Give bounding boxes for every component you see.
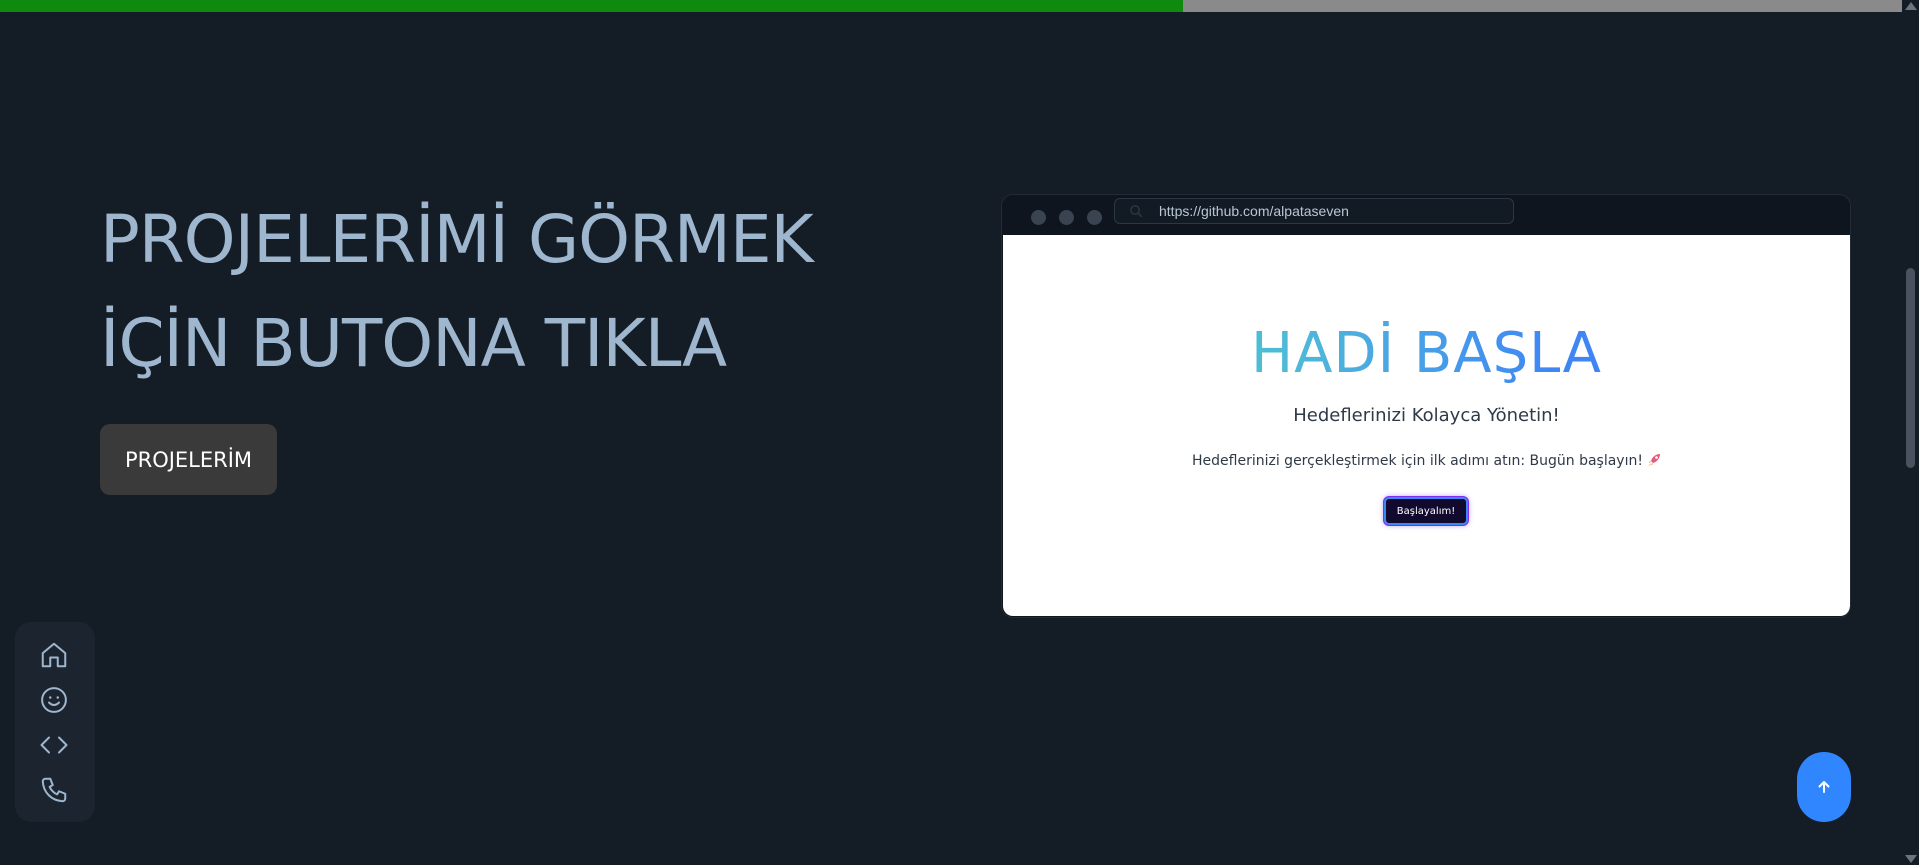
scroll-down-arrow-icon[interactable]	[1905, 855, 1917, 863]
projects-button[interactable]: PROJELERİM	[100, 424, 277, 495]
nav-item-contact[interactable]	[37, 773, 71, 807]
browser-mockup: https://github.com/alpataseven HADİ BAŞL…	[1001, 194, 1851, 618]
hero-title: PROJELERİMİ GÖRMEK İÇİN BUTONA TIKLA	[100, 188, 880, 396]
browser-toolbar: https://github.com/alpataseven	[1002, 195, 1850, 235]
scroll-progress-bar	[0, 0, 1902, 12]
scroll-up-arrow-icon[interactable]	[1905, 2, 1917, 10]
search-icon	[1130, 205, 1143, 218]
arrow-up-icon	[1818, 781, 1830, 793]
page-scrollbar[interactable]	[1902, 0, 1919, 865]
scrollbar-thumb[interactable]	[1906, 268, 1915, 468]
scroll-to-top-button[interactable]	[1797, 752, 1851, 822]
home-icon	[41, 642, 67, 668]
preview-text: Hedeflerinizi gerçekleştirmek için ilk a…	[1003, 453, 1850, 469]
hero-title-line-2: İÇİN BUTONA TIKLA	[100, 305, 727, 382]
url-bar: https://github.com/alpataseven	[1114, 198, 1514, 224]
phone-icon	[41, 777, 67, 803]
hero-title-line-1: PROJELERİMİ GÖRMEK	[100, 201, 814, 278]
smile-icon	[41, 687, 67, 713]
scroll-progress-fill	[0, 0, 1184, 12]
browser-content: HADİ BAŞLA Hedeflerinizi Kolayca Yönetin…	[1003, 235, 1850, 616]
window-dot-icon	[1031, 210, 1046, 225]
preview-start-button[interactable]: Başlayalım!	[1384, 497, 1468, 525]
nav-item-about[interactable]	[37, 683, 71, 717]
code-icon	[40, 736, 68, 754]
url-text: https://github.com/alpataseven	[1159, 203, 1349, 219]
preview-subtitle: Hedeflerinizi Kolayca Yönetin!	[1293, 405, 1560, 426]
preview-heading: HADİ BAŞLA	[1003, 321, 1850, 386]
rocket-icon	[1647, 454, 1660, 466]
nav-item-home[interactable]	[37, 638, 71, 672]
side-nav	[15, 622, 95, 822]
window-dot-icon	[1087, 210, 1102, 225]
preview-text-content: Hedeflerinizi gerçekleştirmek için ilk a…	[1192, 453, 1643, 469]
nav-item-projects[interactable]	[37, 728, 71, 762]
window-dot-icon	[1059, 210, 1074, 225]
